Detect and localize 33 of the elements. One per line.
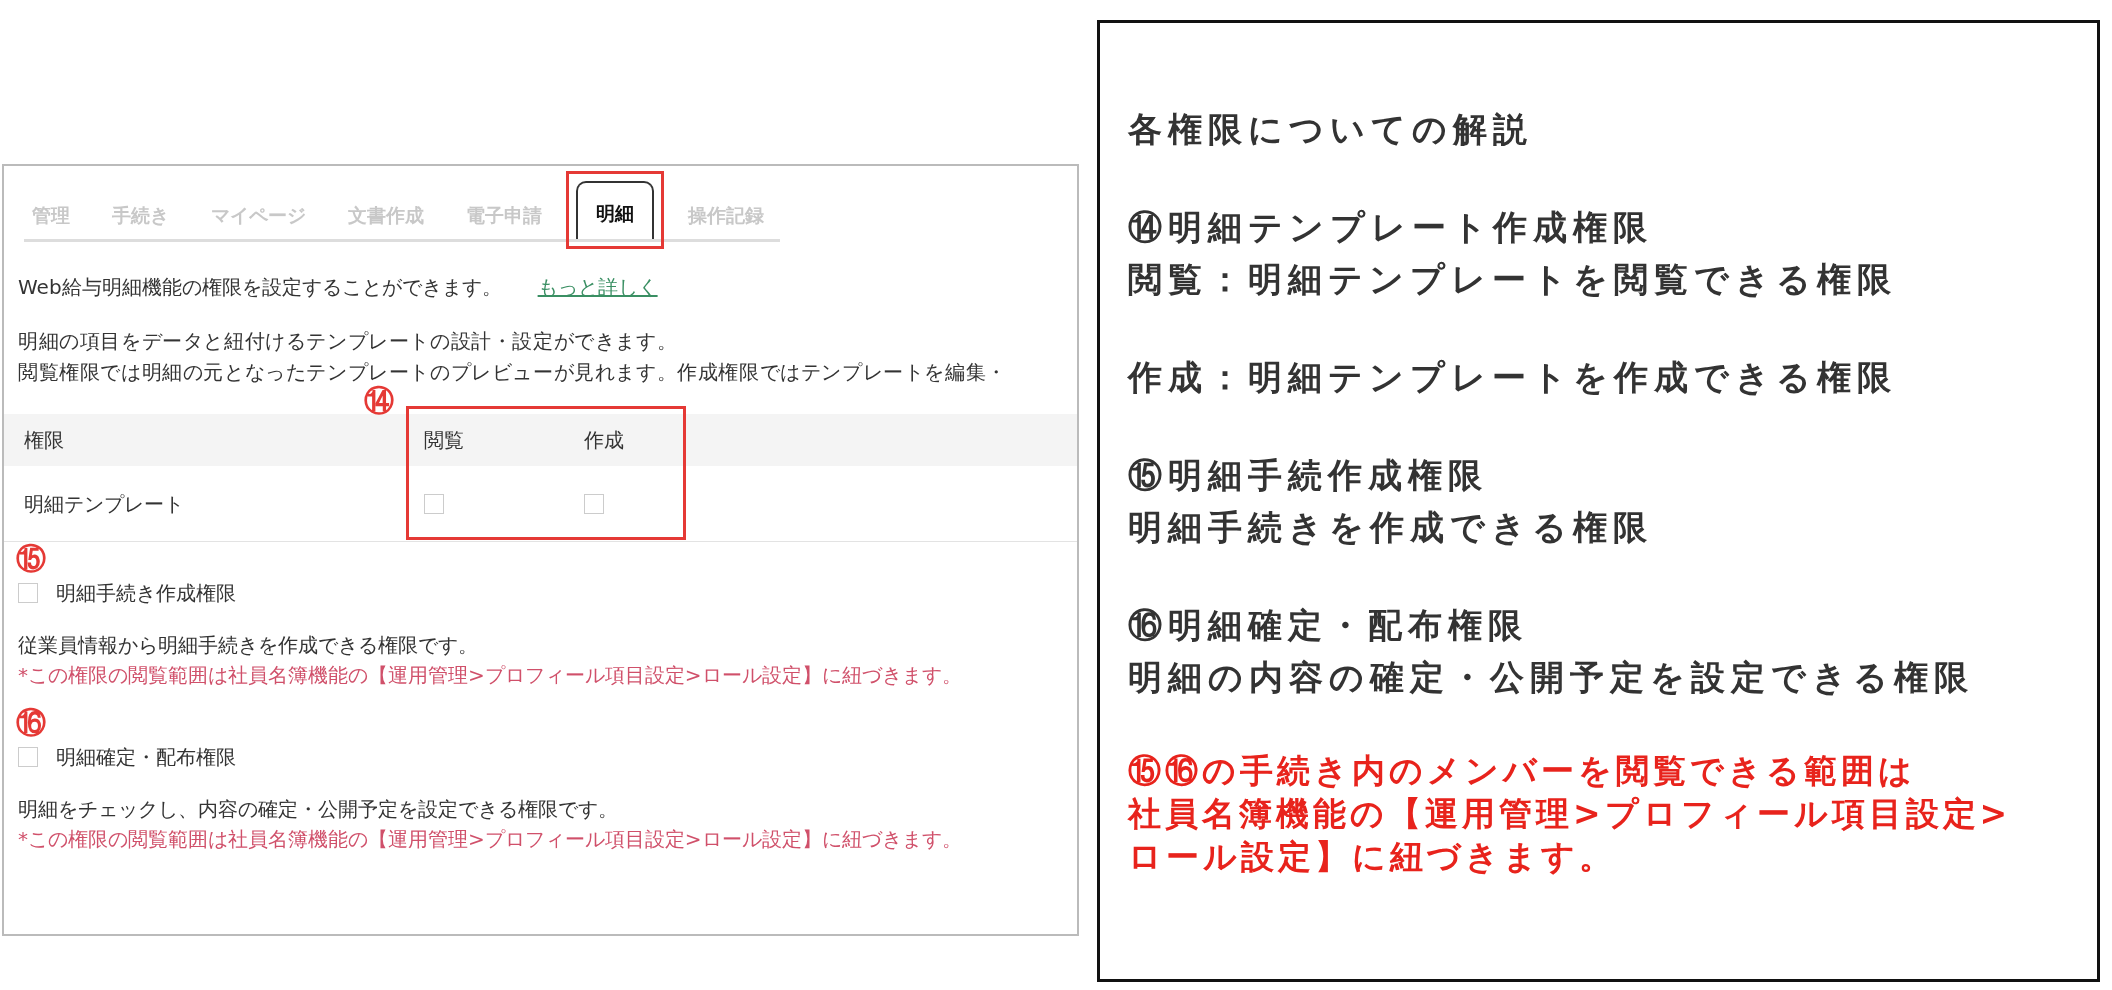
note-text: *この権限の閲覧範囲は社員名簿機能の【運用管理>プロフィール項目設定>ロール設定】に紐づきます。 [18, 662, 963, 689]
checkbox-label: 明細手続き作成権限 [56, 580, 236, 607]
description-text: 明細の項目をデータと紐付けるテンプレートの設計・設定ができます。 [18, 328, 679, 355]
intro-text: Web給与明細機能の権限を設定することができます。 [18, 274, 502, 301]
annotation-number: ⑭ [364, 386, 394, 416]
column-header: 権限 [24, 427, 64, 454]
note-text: ⑮⑯の手続き内のメンバーを閲覧できる範囲は [1127, 750, 1917, 792]
row-label: 明細テンプレート [24, 490, 184, 518]
more-link[interactable]: もっと詳しく [537, 272, 658, 302]
explanation-title: 各権限についての解説 [1127, 108, 1534, 151]
column-header: 作成 [584, 427, 624, 454]
column-header: 閲覧 [424, 427, 464, 454]
explanation-text: ⑭明細テンプレート作成権限 [1127, 206, 1654, 249]
explanation-text: 明細の内容の確定・公開予定を設定できる権限 [1127, 656, 1975, 699]
note-text: *この権限の閲覧範囲は社員名簿機能の【運用管理>プロフィール項目設定>ロール設定】に紐づきます。 [18, 826, 963, 853]
explanation-text: ⑮明細手続作成権限 [1127, 454, 1489, 497]
note-text: 社員名簿機能の【運用管理>プロフィール項目設定> [1127, 793, 2013, 835]
description-text: 明細をチェックし、内容の確定・公開予定を設定できる権限です。 [18, 796, 619, 823]
description-text: 従業員情報から明細手続きを作成できる権限です。 [18, 632, 479, 659]
annotation-number: ⑯ [16, 708, 47, 738]
annotation-number: ⑮ [16, 544, 47, 574]
description-text: 閲覧権限では明細の元となったテンプレートのプレビューが見れます。作成権限ではテンプレートを編集・ [18, 359, 1008, 385]
checkbox[interactable] [18, 747, 38, 767]
checkbox[interactable] [584, 493, 604, 514]
tab[interactable]: 明細 [576, 180, 654, 239]
note-text: ロール設定】に紐づきます。 [1127, 836, 1617, 878]
explanation-text: 作成：明細テンプレートを作成できる権限 [1127, 356, 1898, 399]
explanation-text: ⑯明細確定・配布権限 [1127, 604, 1529, 647]
checkbox[interactable] [424, 493, 444, 514]
explanation-text: 閲覧：明細テンプレートを閲覧できる権限 [1127, 258, 1898, 301]
checkbox[interactable] [18, 583, 38, 603]
checkbox-label: 明細確定・配布権限 [56, 744, 236, 771]
explanation-text: 明細手続きを作成できる権限 [1127, 506, 1654, 549]
